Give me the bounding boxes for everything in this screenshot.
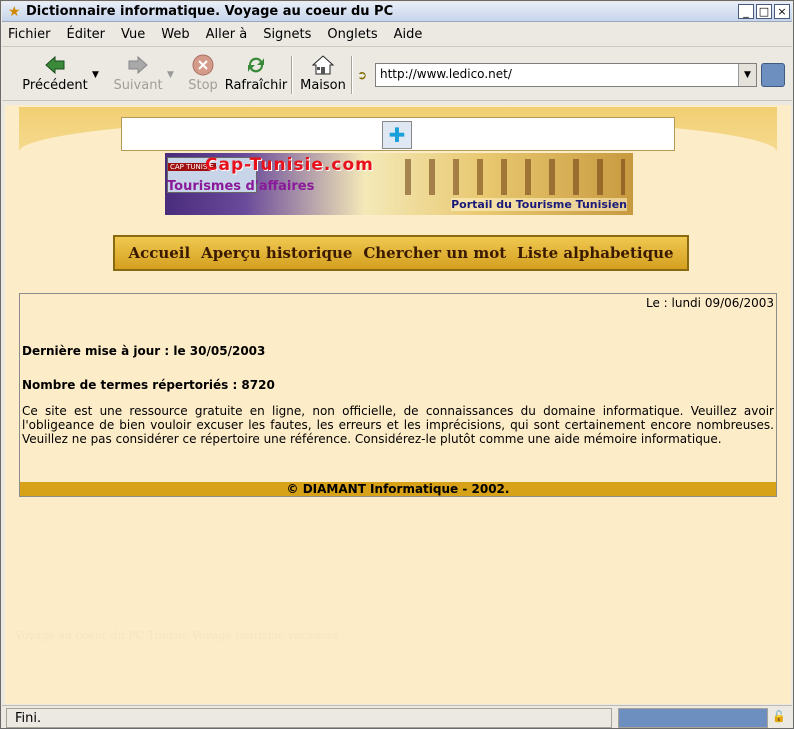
menu-onglets[interactable]: Onglets xyxy=(327,27,377,42)
home-icon xyxy=(298,52,348,78)
home-button[interactable]: Maison xyxy=(298,52,348,93)
throbber-icon[interactable] xyxy=(761,63,785,87)
stop-label: Stop xyxy=(188,78,218,93)
forward-label: Suivant xyxy=(113,78,163,93)
back-arrow-icon xyxy=(22,52,88,78)
current-date: Le : lundi 09/06/2003 xyxy=(645,296,774,310)
toolbar-separator xyxy=(351,56,353,94)
menu-vue[interactable]: Vue xyxy=(121,27,145,42)
menu-bar: Fichier Éditer Vue Web Aller à Signets O… xyxy=(2,23,792,47)
site-description: Ce site est une ressource gratuite en li… xyxy=(22,404,774,446)
nav-chercher-mot[interactable]: Chercher un mot xyxy=(363,244,506,262)
forward-history-dropdown-icon[interactable]: ▼ xyxy=(167,70,174,80)
back-history-dropdown-icon[interactable]: ▼ xyxy=(92,70,99,80)
ad-title: Cap-Tunisie.com xyxy=(205,155,374,175)
nav-apercu-historique[interactable]: Aperçu historique xyxy=(201,244,352,262)
copyright-footer: © DIAMANT Informatique - 2002. xyxy=(20,482,776,496)
home-label: Maison xyxy=(300,78,346,93)
url-input[interactable]: http://www.ledico.net/ ▼ xyxy=(375,63,757,87)
url-dropdown-icon[interactable]: ▼ xyxy=(738,64,756,86)
status-text: Fini. xyxy=(6,708,612,728)
menu-aller[interactable]: Aller à xyxy=(206,27,248,42)
forward-arrow-icon xyxy=(110,52,166,78)
close-button[interactable]: × xyxy=(774,4,790,19)
ad-camels-image xyxy=(405,159,625,195)
ad-banner[interactable]: CAP TUNISIE Cap-Tunisie.com Tourismes d'… xyxy=(165,153,633,215)
ad-right-text: Portail du Tourisme Tunisien xyxy=(451,198,627,211)
ad-left-text: Tourismes d'affaires xyxy=(167,179,315,194)
maximize-button[interactable]: □ xyxy=(756,4,772,19)
back-button[interactable]: Précédent xyxy=(22,52,88,93)
status-bar: Fini. 🔓 xyxy=(2,705,792,729)
go-icon[interactable]: ➲ xyxy=(357,68,367,82)
stop-icon xyxy=(184,52,222,78)
nav-liste-alphabetique[interactable]: Liste alphabetique xyxy=(517,244,674,262)
hidden-keywords: Voyage au coeur du PC Tunisie Voyage tou… xyxy=(15,629,340,642)
page-content: ✚ CAP TUNISIE Cap-Tunisie.com Tourismes … xyxy=(5,105,791,704)
reload-button[interactable]: Rafraîchir xyxy=(224,52,288,93)
forward-button[interactable]: Suivant xyxy=(110,52,166,93)
menu-aide[interactable]: Aide xyxy=(394,27,423,42)
window-title: Dictionnaire informatique. Voyage au coe… xyxy=(26,4,394,19)
progress-bar xyxy=(618,708,768,728)
url-text: http://www.ledico.net/ xyxy=(380,67,512,81)
back-label: Précédent xyxy=(22,78,88,93)
last-update: Dernière mise à jour : le 30/05/2003 xyxy=(22,344,266,358)
app-star-icon: ★ xyxy=(8,3,21,20)
term-count: Nombre de termes répertoriés : 8720 xyxy=(22,378,275,392)
minimize-button[interactable]: _ xyxy=(738,4,754,19)
title-bar: ★ Dictionnaire informatique. Voyage au c… xyxy=(2,2,792,22)
menu-fichier[interactable]: Fichier xyxy=(8,27,51,42)
missing-plugin-icon[interactable]: ✚ xyxy=(382,121,412,149)
main-panel: Le : lundi 09/06/2003 Dernière mise à jo… xyxy=(19,293,777,497)
security-lock-icon[interactable]: 🔓 xyxy=(772,710,790,726)
browser-window: ★ Dictionnaire informatique. Voyage au c… xyxy=(0,0,794,729)
reload-label: Rafraîchir xyxy=(224,78,288,93)
menu-editer[interactable]: Éditer xyxy=(67,27,106,42)
toolbar-separator xyxy=(291,56,293,94)
menu-web[interactable]: Web xyxy=(161,27,189,42)
stop-button[interactable]: Stop xyxy=(184,52,222,93)
nav-accueil[interactable]: Accueil xyxy=(128,244,190,262)
reload-icon xyxy=(224,52,288,78)
menu-signets[interactable]: Signets xyxy=(263,27,311,42)
site-nav: Accueil Aperçu historique Chercher un mo… xyxy=(113,235,689,271)
